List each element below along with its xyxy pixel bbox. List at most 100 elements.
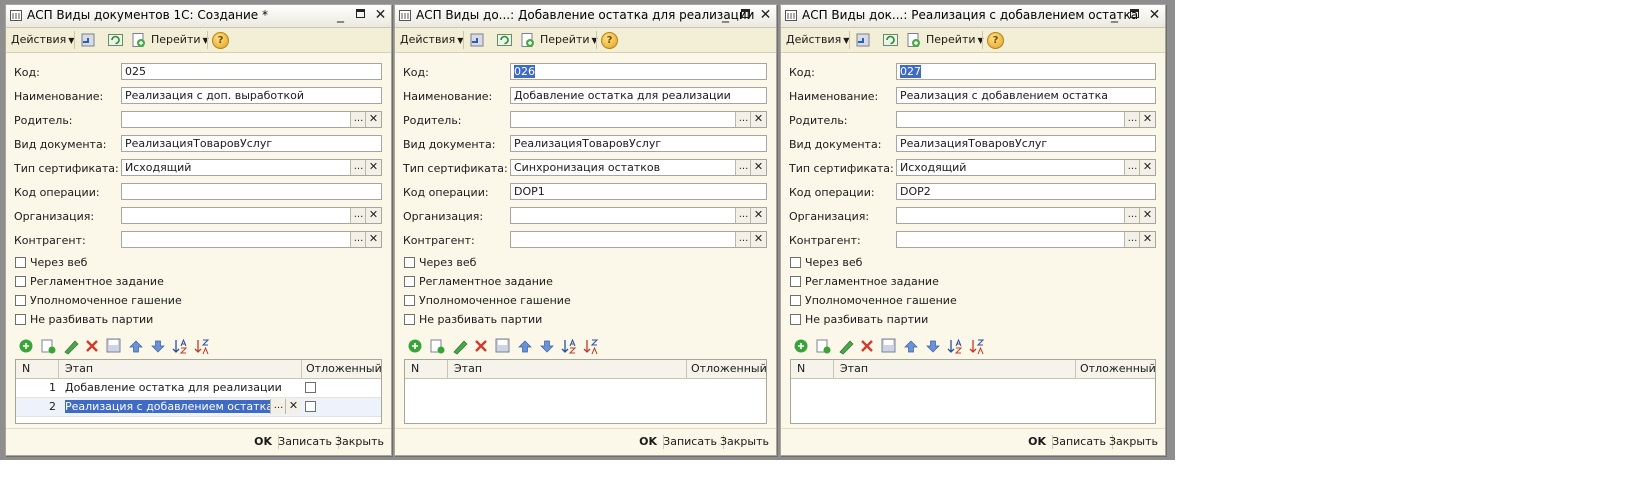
- close-button[interactable]: Закрыть: [335, 435, 384, 448]
- save-button[interactable]: Записать: [1052, 435, 1106, 448]
- add-based-icon[interactable]: [905, 32, 922, 49]
- clear-icon[interactable]: ✕: [750, 160, 766, 175]
- select-button[interactable]: ...: [735, 208, 751, 223]
- scheduled-task-checkbox[interactable]: [404, 276, 415, 287]
- no-split-batches-checkbox[interactable]: [404, 314, 415, 325]
- organization-field[interactable]: ... ✕: [121, 207, 382, 224]
- end-edit-icon[interactable]: [106, 338, 121, 353]
- save-button[interactable]: Записать: [663, 435, 717, 448]
- document-type-window[interactable]: АСП Виды документов 1С: Создание * _ ✕ Д…: [5, 4, 392, 456]
- add-row-icon[interactable]: [794, 339, 808, 353]
- no-split-batches-checkbox[interactable]: [15, 314, 26, 325]
- select-button[interactable]: ...: [735, 112, 751, 127]
- select-button[interactable]: ...: [350, 112, 366, 127]
- close-window-button[interactable]: ✕: [1147, 7, 1162, 23]
- move-down-icon[interactable]: [540, 340, 554, 353]
- help-icon[interactable]: ?: [601, 32, 618, 49]
- refresh-icon[interactable]: [882, 32, 899, 49]
- minimize-button[interactable]: _: [718, 7, 733, 23]
- clear-icon[interactable]: ✕: [1139, 232, 1155, 247]
- help-icon[interactable]: ?: [212, 32, 229, 49]
- document-type-window[interactable]: АСП Виды до...: Добавление остатка для р…: [394, 4, 777, 456]
- clear-icon[interactable]: ✕: [750, 112, 766, 127]
- select-button[interactable]: ...: [350, 160, 366, 175]
- table-row[interactable]: 1 Добавление остатка для реализации: [16, 379, 381, 398]
- stages-table[interactable]: N Этап Отложенный: [790, 359, 1156, 424]
- via-web-checkbox[interactable]: [404, 257, 415, 268]
- clear-icon[interactable]: ✕: [1139, 208, 1155, 223]
- delete-row-icon[interactable]: [86, 340, 98, 352]
- parent-field[interactable]: ... ✕: [896, 111, 1156, 128]
- edit-row-icon[interactable]: [453, 340, 468, 355]
- move-down-icon[interactable]: [926, 340, 940, 353]
- cert-type-field[interactable]: Исходящий ... ✕: [121, 159, 382, 176]
- sort-desc-icon[interactable]: [969, 339, 985, 355]
- close-button[interactable]: Закрыть: [720, 435, 769, 448]
- op-code-field[interactable]: DOP2: [896, 183, 1156, 200]
- clear-icon[interactable]: ✕: [750, 232, 766, 247]
- goto-menu[interactable]: Перейти ▼: [926, 33, 984, 46]
- delete-row-icon[interactable]: [475, 340, 487, 352]
- sort-asc-icon[interactable]: [561, 338, 577, 354]
- col-n-header[interactable]: N: [797, 362, 805, 375]
- sort-asc-icon[interactable]: [947, 338, 963, 354]
- sort-desc-icon[interactable]: [583, 339, 599, 355]
- name-field[interactable]: Реализация с доп. выработкой: [121, 87, 382, 104]
- col-stage-header[interactable]: Этап: [840, 362, 868, 375]
- cert-type-field[interactable]: Синхронизация остатков ... ✕: [510, 159, 767, 176]
- authorized-repayment-checkbox[interactable]: [15, 295, 26, 306]
- counterparty-field[interactable]: ... ✕: [896, 231, 1156, 248]
- delete-row-icon[interactable]: [861, 340, 873, 352]
- parent-field[interactable]: ... ✕: [121, 111, 382, 128]
- counterparty-field[interactable]: ... ✕: [510, 231, 767, 248]
- table-row[interactable]: 2 Реализация с добавлением остатка... ✕: [16, 398, 381, 417]
- col-n-header[interactable]: N: [22, 362, 30, 375]
- counterparty-field[interactable]: ... ✕: [121, 231, 382, 248]
- cell-select-button[interactable]: ...: [270, 399, 286, 414]
- move-up-icon[interactable]: [518, 340, 532, 353]
- clear-icon[interactable]: ✕: [750, 208, 766, 223]
- scheduled-task-checkbox[interactable]: [15, 276, 26, 287]
- goto-menu[interactable]: Перейти ▼: [540, 33, 598, 46]
- clear-icon[interactable]: ✕: [365, 232, 381, 247]
- end-edit-icon[interactable]: [881, 338, 896, 353]
- code-field[interactable]: 025: [121, 63, 382, 80]
- row-stage[interactable]: Добавление остатка для реализации: [65, 381, 282, 394]
- clear-icon[interactable]: ✕: [365, 112, 381, 127]
- authorized-repayment-checkbox[interactable]: [404, 295, 415, 306]
- close-button[interactable]: Закрыть: [1109, 435, 1158, 448]
- add-row-icon[interactable]: [19, 339, 33, 353]
- scheduled-task-checkbox[interactable]: [790, 276, 801, 287]
- add-row-icon[interactable]: [408, 339, 422, 353]
- document-type-window[interactable]: АСП Виды док...: Реализация с добавление…: [780, 4, 1166, 456]
- maximize-button[interactable]: [1130, 9, 1139, 18]
- authorized-repayment-checkbox[interactable]: [790, 295, 801, 306]
- help-icon[interactable]: ?: [987, 32, 1004, 49]
- col-deferred-header[interactable]: Отложенный: [691, 362, 767, 375]
- end-edit-icon[interactable]: [495, 338, 510, 353]
- organization-field[interactable]: ... ✕: [896, 207, 1156, 224]
- save-close-icon[interactable]: [855, 32, 872, 49]
- refresh-icon[interactable]: [496, 32, 513, 49]
- doc-type-field[interactable]: РеализацияТоваровУслуг: [896, 135, 1156, 152]
- clear-icon[interactable]: ✕: [1139, 160, 1155, 175]
- name-field[interactable]: Реализация с добавлением остатка: [896, 87, 1156, 104]
- move-up-icon[interactable]: [129, 340, 143, 353]
- stages-table[interactable]: N Этап Отложенный: [404, 359, 767, 424]
- select-button[interactable]: ...: [735, 232, 751, 247]
- organization-field[interactable]: ... ✕: [510, 207, 767, 224]
- name-field[interactable]: Добавление остатка для реализации: [510, 87, 767, 104]
- select-button[interactable]: ...: [350, 232, 366, 247]
- maximize-button[interactable]: [356, 9, 365, 18]
- add-based-icon[interactable]: [130, 32, 147, 49]
- select-button[interactable]: ...: [1124, 208, 1140, 223]
- sort-asc-icon[interactable]: [172, 338, 188, 354]
- edit-row-icon[interactable]: [64, 340, 79, 355]
- select-button[interactable]: ...: [735, 160, 751, 175]
- via-web-checkbox[interactable]: [790, 257, 801, 268]
- code-field[interactable]: 026: [510, 63, 767, 80]
- doc-type-field[interactable]: РеализацияТоваровУслуг: [510, 135, 767, 152]
- edit-row-icon[interactable]: [839, 340, 854, 355]
- row-deferred-checkbox[interactable]: [305, 401, 316, 412]
- ok-button[interactable]: OK: [639, 435, 657, 448]
